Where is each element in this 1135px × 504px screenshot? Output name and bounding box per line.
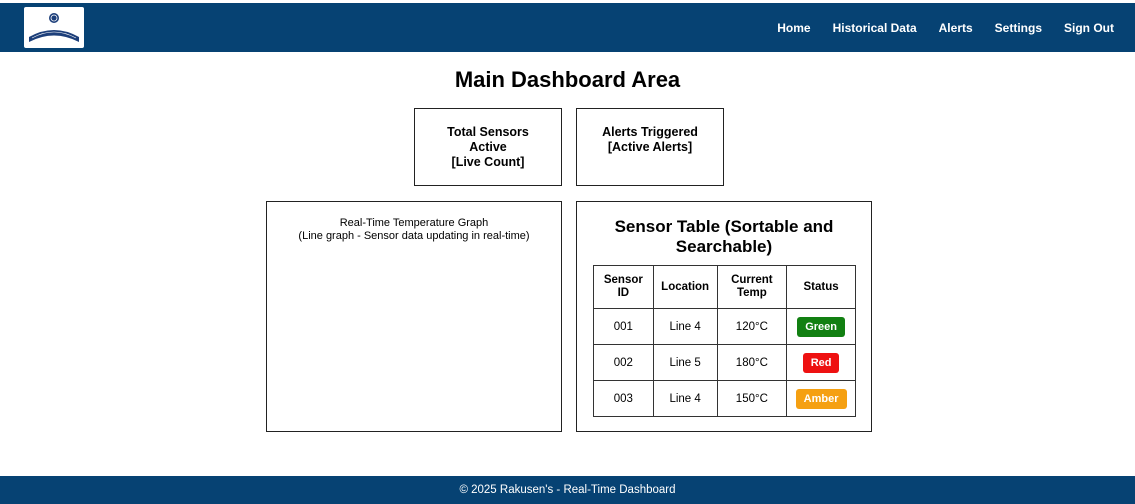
location-cell: Line 5 — [652, 344, 718, 381]
footer: © 2025 Rakusen's - Real-Time Dashboard — [0, 476, 1135, 504]
nav-sign-out-link[interactable]: Sign Out — [1064, 21, 1114, 35]
nav-home-link[interactable]: Home — [777, 21, 810, 35]
card-line: [Active Alerts] — [607, 140, 693, 154]
status-cell: Red — [786, 344, 856, 381]
nav-settings-link[interactable]: Settings — [995, 21, 1042, 35]
card-line: Total Sensors — [447, 125, 529, 139]
header-text: ID — [617, 287, 630, 299]
column-header-location[interactable]: Location — [652, 265, 718, 309]
header-text: Current — [731, 274, 773, 286]
column-header-status[interactable]: Status — [786, 265, 856, 309]
card-line: Alerts Triggered — [602, 125, 698, 139]
header-text: Temp — [736, 287, 767, 299]
header-text: Status — [803, 280, 839, 293]
footer-copyright: © 2025 Rakusen's - Real-Time Dashboard — [459, 484, 676, 496]
sensor-table: Sensor ID Location Current Temp Status 0… — [593, 265, 856, 417]
alerts-triggered-card: Alerts Triggered [Active Alerts] — [576, 108, 724, 186]
column-header-sensor-id[interactable]: Sensor ID — [593, 265, 654, 309]
table-row: 002 Line 5 180°C Red — [593, 344, 856, 381]
nav-historical-data-link[interactable]: Historical Data — [833, 21, 917, 35]
header-text: Location — [661, 280, 710, 293]
graph-description: (Line graph - Sensor data updating in re… — [298, 230, 530, 242]
card-line: [Live Count] — [451, 155, 525, 169]
rakusens-logo-mark — [29, 12, 79, 42]
status-cell: Amber — [786, 380, 856, 417]
sensor-table-panel: Sensor Table (Sortable and Searchable) S… — [576, 201, 872, 432]
table-row: 003 Line 4 150°C Amber — [593, 380, 856, 417]
location-cell: Line 4 — [652, 308, 718, 345]
nav-alerts-link[interactable]: Alerts — [939, 21, 973, 35]
temp-cell: 150°C — [716, 380, 788, 417]
nav-links: Home Historical Data Alerts Settings Sig… — [777, 21, 1114, 35]
page-title: Main Dashboard Area — [454, 67, 681, 92]
sensor-id-cell: 003 — [593, 380, 654, 417]
column-header-current-temp[interactable]: Current Temp — [716, 265, 788, 309]
table-row: 001 Line 4 120°C Green — [593, 308, 856, 345]
temp-cell: 120°C — [716, 308, 788, 345]
sensor-id-cell: 001 — [593, 308, 654, 345]
temp-cell: 180°C — [716, 344, 788, 381]
graph-title: Real-Time Temperature Graph — [339, 217, 489, 229]
top-navbar: Home Historical Data Alerts Settings Sig… — [0, 3, 1135, 52]
sensor-id-cell: 002 — [593, 344, 654, 381]
status-cell: Green — [786, 308, 856, 345]
card-line: Active — [469, 140, 507, 154]
rakusens-logo[interactable] — [24, 7, 84, 48]
temperature-graph-panel: Real-Time Temperature Graph (Line graph … — [266, 201, 562, 432]
header-text: Sensor — [603, 274, 643, 286]
location-cell: Line 4 — [652, 380, 718, 417]
status-badge-green: Green — [797, 316, 845, 337]
status-badge-red: Red — [802, 352, 840, 373]
sensor-table-title: Sensor Table (Sortable and Searchable) — [614, 217, 834, 256]
status-badge-amber: Amber — [795, 388, 847, 409]
total-sensors-card: Total Sensors Active [Live Count] — [414, 108, 562, 186]
table-header-row: Sensor ID Location Current Temp Status — [593, 265, 856, 309]
